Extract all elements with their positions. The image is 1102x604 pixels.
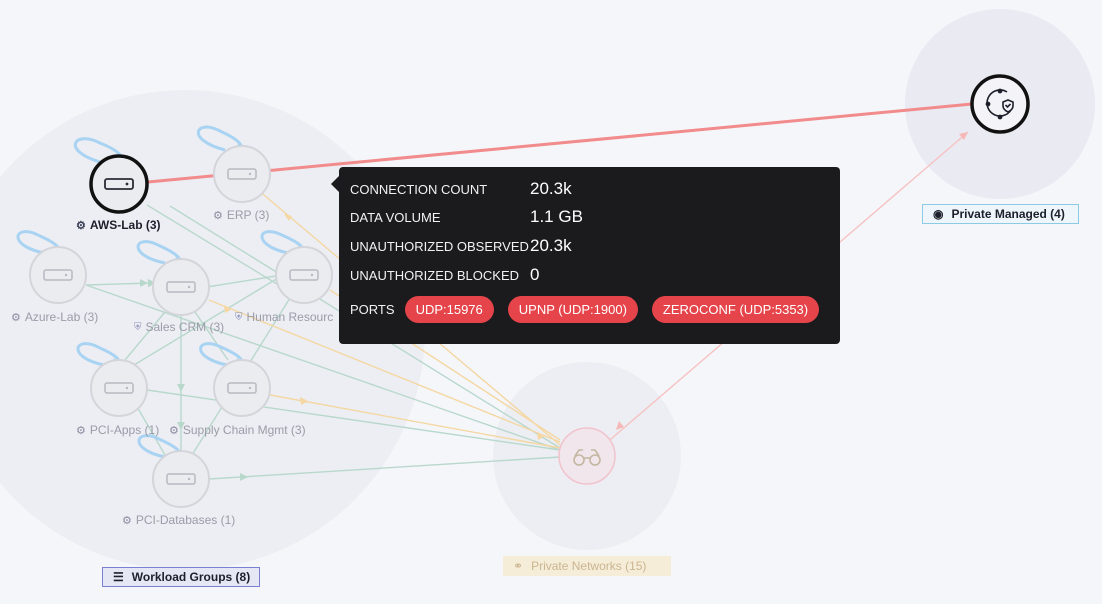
unauthorized-blocked-row: UNAUTHORIZED BLOCKED 0 [350,265,539,285]
node-label-sales-crm[interactable]: ⛨ Sales CRM (3) [134,320,224,334]
gear-icon: ⚙ [76,219,86,232]
unauthorized-blocked-label: UNAUTHORIZED BLOCKED [350,267,520,283]
node-aws-lab[interactable] [89,154,149,214]
node-private-managed[interactable] [970,74,1030,134]
shield-icon: ⛨ [134,321,142,333]
node-erp[interactable] [213,145,271,203]
node-private-networks[interactable] [558,427,616,485]
data-volume-row: DATA VOLUME 1.1 GB [350,207,583,227]
data-volume-value: 1.1 GB [530,207,583,226]
connection-count-label: CONNECTION COUNT [350,181,488,197]
connection-count-row: CONNECTION COUNT 20.3k [350,179,572,199]
unauthorized-blocked-value: 0 [530,265,540,284]
binoculars-icon: ⚭ [513,559,524,573]
node-azure-lab[interactable] [29,246,87,304]
node-supply-chain[interactable] [213,359,271,417]
port-pill[interactable]: ZEROCONF (UDP:5353) [651,296,820,323]
node-pci-databases[interactable] [152,450,210,508]
gear-icon: ⚙ [11,311,21,324]
unauthorized-observed-label: UNAUTHORIZED OBSERVED [350,238,529,254]
connection-tooltip: CONNECTION COUNT 20.3k DATA VOLUME 1.1 G… [331,167,840,344]
node-label-supply-chain[interactable]: ⚙ Supply Chain Mgmt (3) [169,423,306,437]
port-pill[interactable]: UPNP (UDP:1900) [507,296,638,323]
workload-groups-label[interactable]: ☰ Workload Groups (8) [102,567,260,587]
shield-icon: ⛨ [235,311,243,323]
node-label-erp[interactable]: ⚙ ERP (3) [213,208,269,222]
ports-row: PORTS UDP:15976 UPNP (UDP:1900) ZEROCONF… [350,296,820,323]
unauthorized-observed-row: UNAUTHORIZED OBSERVED 20.3k [350,236,572,256]
unauthorized-observed-value: 20.3k [530,236,572,255]
node-pci-apps[interactable] [90,359,148,417]
node-label-azure-lab[interactable]: ⚙ Azure-Lab (3) [11,310,98,324]
connection-count-value: 20.3k [530,179,572,198]
gear-icon: ⚙ [169,424,179,437]
node-label-aws-lab[interactable]: ⚙ AWS-Lab (3) [76,218,161,232]
node-sales-crm[interactable] [152,258,210,316]
node-label-pci-databases[interactable]: ⚙ PCI-Databases (1) [122,513,235,527]
gear-icon: ⚙ [122,514,132,527]
list-icon: ☰ [113,570,124,584]
node-label-pci-apps[interactable]: ⚙ PCI-Apps (1) [76,423,159,437]
node-human-resources[interactable] [275,246,333,304]
port-pill[interactable]: UDP:15976 [404,296,494,323]
data-volume-label: DATA VOLUME [350,209,441,225]
gear-icon: ⚙ [213,209,223,222]
private-managed-label[interactable]: ◉ Private Managed (4) [922,204,1079,224]
private-networks-label[interactable]: ⚭ Private Networks (15) [503,556,671,576]
gear-icon: ⚙ [76,424,86,437]
node-label-human-resources[interactable]: ⛨ Human Resourc [235,310,333,324]
globe-shield-icon: ◉ [933,207,944,221]
ports-label: PORTS [350,302,395,317]
